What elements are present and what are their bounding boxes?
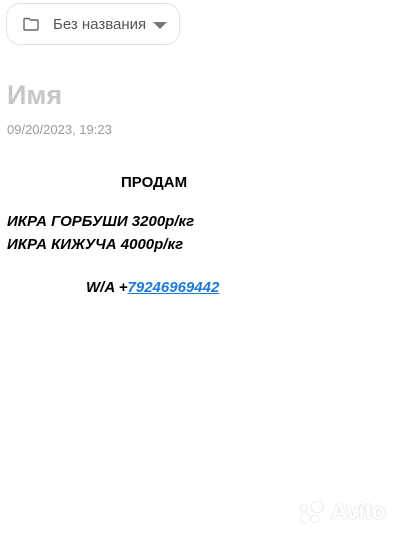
note-line-item: ИКРА КИЖУЧА 4000р/кг [7,236,184,253]
note-title[interactable]: Имя [7,80,62,111]
folder-selector[interactable]: Без названия [6,3,180,45]
note-timestamp: 09/20/2023, 19:23 [7,122,112,137]
note-heading: ПРОДАМ [121,174,188,191]
note-line-item: ИКРА ГОРБУШИ 3200р/кг [7,213,195,230]
folder-label: Без названия [53,16,147,33]
watermark-text: Avito [331,498,386,524]
folder-icon [23,17,39,31]
avito-logo-icon [299,500,324,523]
chevron-down-icon[interactable] [153,22,167,29]
avito-watermark: Avito [297,498,386,525]
phone-link[interactable]: 79246969442 [128,279,220,296]
note-contact: W/A +79246969442 [86,279,219,296]
contact-prefix: W/A + [86,279,128,296]
